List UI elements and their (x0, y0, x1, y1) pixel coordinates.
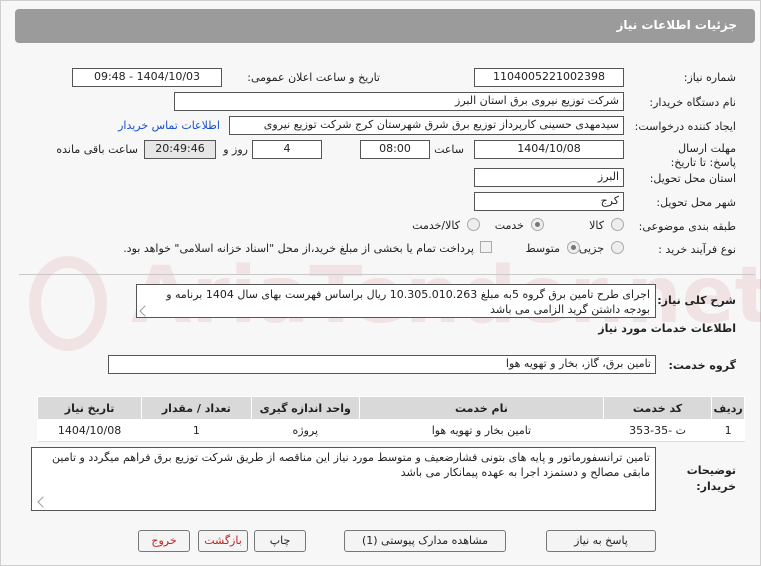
need-details-panel: AriaTender.net جزئیات اطلاعات نیاز شماره… (0, 0, 761, 566)
category-option-goods-service: کالا/خدمت (412, 219, 460, 232)
table-row[interactable]: 1 ت -35-353 تامین بخار و تهویه هوا پروژه… (37, 419, 745, 442)
cell-code: ت -35-353 (603, 419, 712, 442)
process-option-minor: جزیی (578, 242, 604, 255)
print-button[interactable]: چاپ (254, 530, 306, 552)
col-index: ردیف (711, 396, 745, 420)
page-title: جزئیات اطلاعات نیاز (616, 18, 737, 32)
category-label: طبقه بندی موضوعی: (638, 220, 736, 233)
deadline-date-field[interactable]: 1404/10/08 (474, 140, 624, 159)
services-section-title: اطلاعات خدمات مورد نیاز (598, 322, 736, 335)
summary-label: شرح کلی نیاز: (657, 294, 736, 307)
remaining-time-field: 20:49:46 (144, 140, 216, 159)
process-option-medium: متوسط (525, 242, 560, 255)
view-attachments-button[interactable]: مشاهده مدارک پیوستی (1) (344, 530, 506, 552)
service-group-label: گروه خدمت: (668, 359, 736, 372)
buyer-notes-textarea[interactable]: تامین ترانسفورماتور و پایه های بتونی فشا… (31, 447, 656, 511)
days-label: روز و (223, 143, 248, 156)
treasury-payment-checkbox[interactable] (480, 241, 492, 253)
category-radio-goods[interactable] (611, 218, 624, 231)
cell-qty: 1 (141, 419, 252, 442)
watermark-logo (29, 256, 107, 351)
cell-date: 1404/10/08 (37, 419, 142, 442)
deadline-time-field[interactable]: 08:00 (360, 140, 430, 159)
reply-button[interactable]: پاسخ به نیاز (546, 530, 656, 552)
buyer-notes-label: توضیحات خریدار: (686, 464, 736, 493)
need-number-field[interactable]: 1104005221002398 (474, 68, 624, 87)
deadline-time-label: ساعت (434, 143, 464, 156)
process-type-label: نوع فرآیند خرید : (658, 243, 736, 256)
col-code: کد خدمت (602, 396, 713, 420)
treasury-payment-note: پرداخت تمام یا بخشی از مبلغ خرید،از محل … (123, 242, 474, 255)
category-radio-goods-service[interactable] (467, 218, 480, 231)
days-remaining-field[interactable]: 4 (252, 140, 322, 159)
col-unit: واحد اندازه گیری (250, 396, 360, 420)
province-label: استان محل تحویل: (649, 172, 736, 185)
divider (19, 274, 755, 275)
process-radio-minor[interactable] (611, 241, 624, 254)
announce-date-field[interactable]: 1404/10/03 - 09:48 (72, 68, 222, 87)
cell-unit: پروژه (251, 419, 360, 442)
category-option-service: خدمت (494, 219, 524, 232)
col-name: نام خدمت (358, 396, 604, 420)
announce-date-label: تاریخ و ساعت اعلان عمومی: (247, 71, 380, 84)
city-label: شهر محل تحویل: (656, 196, 736, 209)
category-option-goods: کالا (589, 219, 604, 232)
cell-index: 1 (711, 419, 745, 442)
buyer-org-field[interactable]: شرکت توزیع نیروی برق استان البرز (174, 92, 624, 111)
creator-field[interactable]: سیدمهدی حسینی کارپرداز توزیع برق شرق شهر… (229, 116, 624, 135)
panel-header: جزئیات اطلاعات نیاز (15, 9, 755, 43)
exit-button[interactable]: خروج (138, 530, 190, 552)
col-qty: تعداد / مقدار (141, 396, 252, 420)
province-field[interactable]: البرز (474, 168, 624, 187)
creator-label: ایجاد کننده درخواست: (634, 120, 736, 133)
need-number-label: شماره نیاز: (683, 71, 736, 84)
buyer-contact-link[interactable]: اطلاعات تماس خریدار (118, 119, 220, 132)
buyer-org-label: نام دستگاه خریدار: (649, 96, 736, 109)
back-button[interactable]: بازگشت (198, 530, 248, 552)
summary-textarea[interactable]: اجرای طرح تامین برق گروه 5به مبلغ 10.305… (136, 284, 656, 318)
cell-name: تامین بخار و تهویه هوا (359, 419, 604, 442)
table-header-row: ردیف کد خدمت نام خدمت واحد اندازه گیری ت… (36, 396, 745, 420)
category-radio-service[interactable] (531, 218, 544, 231)
col-date: تاریخ نیاز (36, 396, 143, 420)
service-group-field[interactable]: تامین برق، گاز، بخار و تهویه هوا (108, 355, 656, 374)
city-field[interactable]: کرج (474, 192, 624, 211)
process-radio-medium[interactable] (567, 241, 580, 254)
deadline-label: مهلت ارسال پاسخ: تا تاریخ: (670, 142, 736, 169)
remaining-time-label: ساعت باقی مانده (56, 143, 138, 156)
services-table: ردیف کد خدمت نام خدمت واحد اندازه گیری ت… (36, 396, 745, 442)
